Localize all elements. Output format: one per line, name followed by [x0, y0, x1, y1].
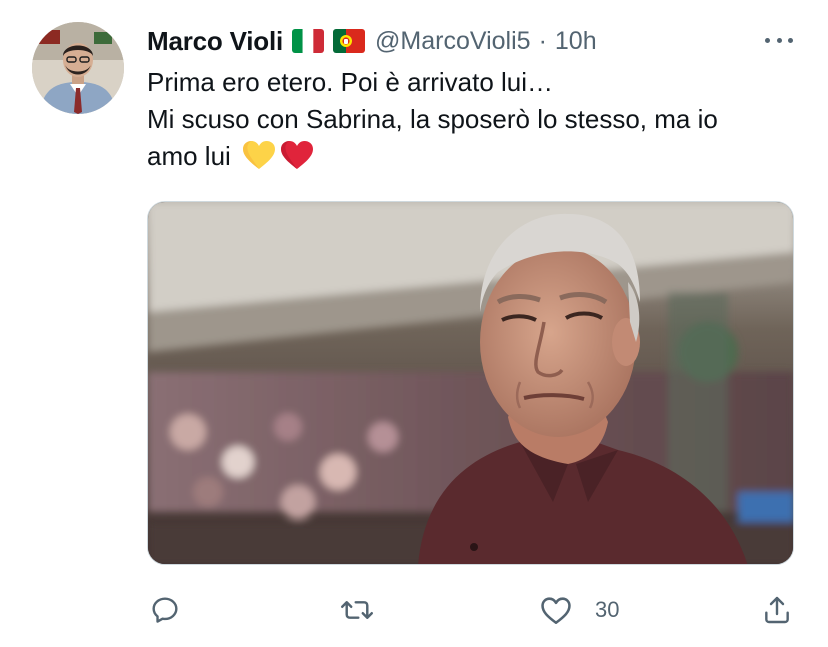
tweet-text: Prima ero etero. Poi è arrivato lui… Mi … [147, 64, 797, 180]
tweet-text-line: Mi scuso con Sabrina, la sposerò lo stes… [147, 104, 718, 134]
timestamp[interactable]: 10h [555, 27, 597, 56]
action-bar: 30 [147, 590, 797, 630]
avatar[interactable] [32, 22, 124, 114]
more-dot-icon [776, 37, 782, 43]
separator-dot: · [538, 26, 547, 55]
tweet-text-line-last: amo lui [147, 138, 797, 180]
italy-flag-icon [292, 29, 325, 53]
like-button[interactable]: 30 [539, 590, 619, 630]
more-dot-icon [765, 37, 770, 43]
share-button[interactable] [761, 590, 793, 630]
author-handle[interactable]: @MarcoVioli5 [375, 27, 531, 56]
retweet-icon [339, 594, 375, 626]
share-icon [761, 594, 793, 626]
tweet-text-line: Prima ero etero. Poi è arrivato lui… [147, 67, 554, 97]
retweet-button[interactable] [339, 590, 375, 630]
portugal-flag-icon [333, 29, 366, 53]
more-dot-icon [788, 37, 793, 43]
red-heart-icon [280, 140, 314, 180]
like-icon [539, 594, 573, 626]
tweet-header: Marco Violi @MarcoVioli5 · 10h [147, 24, 597, 58]
tweet-text-line: amo lui [147, 141, 231, 171]
tweet-photo[interactable] [147, 201, 794, 565]
tweet[interactable]: Marco Violi @MarcoVioli5 · 10h Prima ero… [0, 0, 828, 647]
more-options-button[interactable] [762, 30, 796, 50]
yellow-heart-icon [242, 140, 276, 180]
display-name[interactable]: Marco Violi [147, 26, 283, 57]
reply-button[interactable] [149, 590, 181, 630]
like-count: 30 [595, 597, 620, 622]
reply-icon [149, 594, 181, 626]
